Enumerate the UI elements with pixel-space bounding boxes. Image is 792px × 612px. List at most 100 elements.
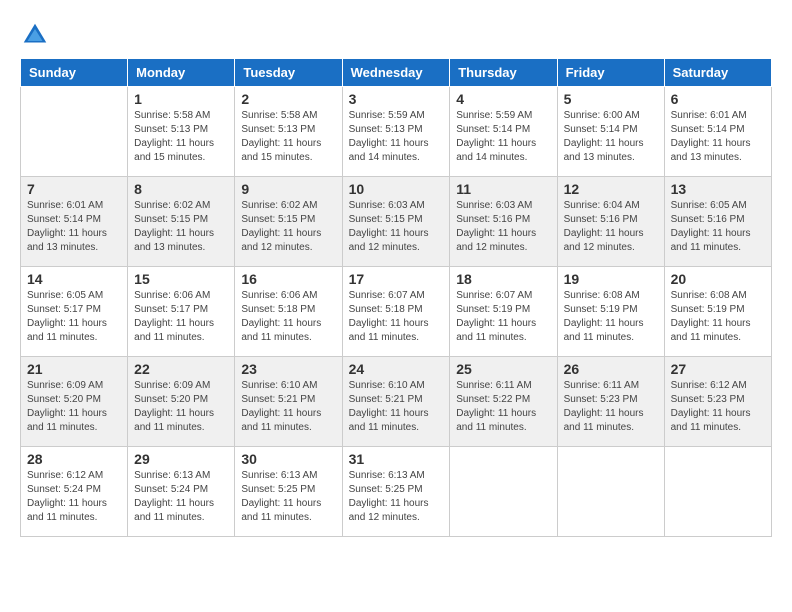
calendar-cell: 3Sunrise: 5:59 AMSunset: 5:13 PMDaylight… [342,87,450,177]
weekday-header-tuesday: Tuesday [235,59,342,87]
calendar-cell [450,447,557,537]
day-info: Sunrise: 6:13 AMSunset: 5:24 PMDaylight:… [134,469,228,525]
calendar-cell: 10 Sunrise: 6:03 AMSunset: 5:15 PMDayligh… [342,177,450,267]
weekday-header-monday: Monday [128,59,235,87]
calendar-cell: 17 Sunrise: 6:07 AMSunset: 5:18 PMDayligh… [342,267,450,357]
day-number: 25 [456,361,550,377]
calendar-week-1: 1Sunrise: 5:58 AMSunset: 5:13 PMDaylight… [21,87,772,177]
weekday-header-row: SundayMondayTuesdayWednesdayThursdayFrid… [21,59,772,87]
day-number: 5 [564,91,658,107]
day-info: Sunrise: 6:10 AMSunset: 5:21 PMDaylight:… [241,379,335,435]
calendar-week-4: 21 Sunrise: 6:09 AMSunset: 5:20 PMDayligh… [21,357,772,447]
calendar-cell [557,447,664,537]
calendar-cell: 18 Sunrise: 6:07 AMSunset: 5:19 PMDayligh… [450,267,557,357]
day-info: Sunrise: 6:08 AMSunset: 5:19 PMDaylight:… [564,289,658,345]
day-number: 30 [241,451,335,467]
day-info: Sunrise: 6:05 AMSunset: 5:17 PMDaylight:… [27,289,121,345]
day-info: Sunrise: 6:07 AMSunset: 5:18 PMDaylight:… [349,289,444,345]
day-info: Sunrise: 6:08 AMSunset: 5:19 PMDaylight:… [671,289,765,345]
day-number: 10 [349,181,444,197]
calendar-cell: 25 Sunrise: 6:11 AMSunset: 5:22 PMDayligh… [450,357,557,447]
day-number: 2 [241,91,335,107]
day-number: 23 [241,361,335,377]
day-number: 17 [349,271,444,287]
calendar-cell: 15 Sunrise: 6:06 AMSunset: 5:17 PMDayligh… [128,267,235,357]
day-number: 13 [671,181,765,197]
weekday-header-sunday: Sunday [21,59,128,87]
day-info: Sunrise: 6:06 AMSunset: 5:17 PMDaylight:… [134,289,228,345]
day-info: Sunrise: 6:05 AMSunset: 5:16 PMDaylight:… [671,199,765,255]
day-info: Sunrise: 5:58 AMSunset: 5:13 PMDaylight:… [134,109,228,165]
calendar-cell: 4 Sunrise: 5:59 AMSunset: 5:14 PMDaylight… [450,87,557,177]
page-header [20,20,772,50]
day-number: 7 [27,181,121,197]
day-info: Sunrise: 6:09 AMSunset: 5:20 PMDaylight:… [27,379,121,435]
calendar-cell: 23 Sunrise: 6:10 AMSunset: 5:21 PMDayligh… [235,357,342,447]
day-info: Sunrise: 6:01 AMSunset: 5:14 PMDaylight:… [671,109,765,165]
day-info: Sunrise: 6:00 AMSunset: 5:14 PMDaylight:… [564,109,658,165]
day-info: Sunrise: 6:07 AMSunset: 5:19 PMDaylight:… [456,289,550,345]
day-info: Sunrise: 6:09 AMSunset: 5:20 PMDaylight:… [134,379,228,435]
day-number: 19 [564,271,658,287]
calendar-cell [21,87,128,177]
day-number: 15 [134,271,228,287]
day-info: Sunrise: 6:03 AMSunset: 5:15 PMDaylight:… [349,199,444,255]
day-number: 9 [241,181,335,197]
weekday-header-friday: Friday [557,59,664,87]
calendar-cell: 31Sunrise: 6:13 AMSunset: 5:25 PMDayligh… [342,447,450,537]
calendar-cell: 26 Sunrise: 6:11 AMSunset: 5:23 PMDayligh… [557,357,664,447]
day-info: Sunrise: 6:11 AMSunset: 5:22 PMDaylight:… [456,379,550,435]
day-number: 18 [456,271,550,287]
day-info: Sunrise: 6:03 AMSunset: 5:16 PMDaylight:… [456,199,550,255]
calendar-cell: 9Sunrise: 6:02 AMSunset: 5:15 PMDaylight… [235,177,342,267]
logo-icon [20,20,50,50]
day-info: Sunrise: 6:12 AMSunset: 5:23 PMDaylight:… [671,379,765,435]
day-number: 27 [671,361,765,377]
weekday-header-thursday: Thursday [450,59,557,87]
day-info: Sunrise: 6:02 AMSunset: 5:15 PMDaylight:… [134,199,228,255]
calendar-cell: 12 Sunrise: 6:04 AMSunset: 5:16 PMDayligh… [557,177,664,267]
day-info: Sunrise: 6:13 AMSunset: 5:25 PMDaylight:… [349,469,444,525]
calendar-cell: 24Sunrise: 6:10 AMSunset: 5:21 PMDayligh… [342,357,450,447]
calendar-cell: 6 Sunrise: 6:01 AMSunset: 5:14 PMDaylight… [664,87,771,177]
day-info: Sunrise: 6:01 AMSunset: 5:14 PMDaylight:… [27,199,121,255]
weekday-header-wednesday: Wednesday [342,59,450,87]
calendar-table: SundayMondayTuesdayWednesdayThursdayFrid… [20,58,772,537]
day-number: 4 [456,91,550,107]
calendar-cell: 22 Sunrise: 6:09 AMSunset: 5:20 PMDayligh… [128,357,235,447]
day-info: Sunrise: 6:06 AMSunset: 5:18 PMDaylight:… [241,289,335,345]
day-number: 12 [564,181,658,197]
day-info: Sunrise: 5:59 AMSunset: 5:14 PMDaylight:… [456,109,550,165]
calendar-week-3: 14 Sunrise: 6:05 AMSunset: 5:17 PMDayligh… [21,267,772,357]
calendar-cell: 20Sunrise: 6:08 AMSunset: 5:19 PMDayligh… [664,267,771,357]
day-number: 22 [134,361,228,377]
calendar-week-5: 28Sunrise: 6:12 AMSunset: 5:24 PMDayligh… [21,447,772,537]
day-number: 14 [27,271,121,287]
day-number: 11 [456,181,550,197]
day-info: Sunrise: 6:12 AMSunset: 5:24 PMDaylight:… [27,469,121,525]
day-info: Sunrise: 6:04 AMSunset: 5:16 PMDaylight:… [564,199,658,255]
day-number: 3 [349,91,444,107]
calendar-cell: 11 Sunrise: 6:03 AMSunset: 5:16 PMDayligh… [450,177,557,267]
calendar-cell: 7 Sunrise: 6:01 AMSunset: 5:14 PMDaylight… [21,177,128,267]
day-number: 26 [564,361,658,377]
calendar-cell [664,447,771,537]
day-number: 29 [134,451,228,467]
day-number: 6 [671,91,765,107]
day-info: Sunrise: 6:13 AMSunset: 5:25 PMDaylight:… [241,469,335,525]
calendar-week-2: 7 Sunrise: 6:01 AMSunset: 5:14 PMDaylight… [21,177,772,267]
day-info: Sunrise: 5:58 AMSunset: 5:13 PMDaylight:… [241,109,335,165]
day-number: 8 [134,181,228,197]
calendar-cell: 27 Sunrise: 6:12 AMSunset: 5:23 PMDayligh… [664,357,771,447]
calendar-cell: 16 Sunrise: 6:06 AMSunset: 5:18 PMDayligh… [235,267,342,357]
calendar-cell: 1Sunrise: 5:58 AMSunset: 5:13 PMDaylight… [128,87,235,177]
calendar-cell: 13 Sunrise: 6:05 AMSunset: 5:16 PMDayligh… [664,177,771,267]
day-number: 24 [349,361,444,377]
calendar-cell: 19 Sunrise: 6:08 AMSunset: 5:19 PMDayligh… [557,267,664,357]
day-info: Sunrise: 6:11 AMSunset: 5:23 PMDaylight:… [564,379,658,435]
calendar-cell: 21 Sunrise: 6:09 AMSunset: 5:20 PMDayligh… [21,357,128,447]
calendar-cell: 29 Sunrise: 6:13 AMSunset: 5:24 PMDayligh… [128,447,235,537]
day-number: 16 [241,271,335,287]
weekday-header-saturday: Saturday [664,59,771,87]
day-number: 21 [27,361,121,377]
